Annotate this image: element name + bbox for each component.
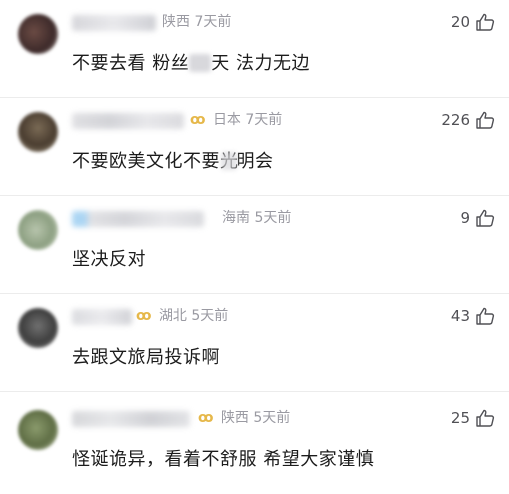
like-button[interactable]: 20 <box>451 13 495 31</box>
comment-meta: 海南 5天前 <box>222 207 291 227</box>
thumbs-up-icon[interactable] <box>475 209 495 227</box>
comment-item[interactable]: 陕西 7天前 不要去看 粉丝天 法力无边 20 <box>0 0 509 98</box>
avatar[interactable] <box>18 308 58 348</box>
region-label: 陕西 <box>220 410 249 426</box>
comment-item[interactable]: 海南 5天前 坚决反对 9 <box>0 196 509 294</box>
like-button[interactable]: 25 <box>451 409 495 427</box>
region-label: 海南 <box>222 210 250 226</box>
time-label: 7天前 <box>194 14 232 30</box>
thumbs-up-icon[interactable] <box>475 307 495 325</box>
username-blurred[interactable] <box>72 211 204 227</box>
comment-text: 怪诞诡异，看着不舒服 希望大家谨慎 <box>72 449 375 470</box>
time-label: 5天前 <box>253 410 291 426</box>
like-button[interactable]: 43 <box>451 307 495 325</box>
like-count: 20 <box>450 13 470 31</box>
infinity-badge-icon: ꝏ <box>136 308 152 324</box>
like-button[interactable]: 226 <box>441 111 495 129</box>
redacted-segment <box>189 54 212 72</box>
comment-meta: ꝏ 陕西 5天前 <box>198 407 290 427</box>
redacted-segment <box>220 152 237 170</box>
comment-meta: 陕西 7天前 <box>162 11 231 31</box>
comment-text: 不要去看 粉丝天 法力无边 <box>72 53 310 74</box>
time-label: 5天前 <box>191 308 229 324</box>
infinity-badge-icon: ꝏ <box>190 112 206 128</box>
time-label: 5天前 <box>254 210 292 226</box>
like-count: 43 <box>450 307 470 325</box>
comment-item[interactable]: ꝏ 湖北 5天前 去跟文旅局投诉啊 43 <box>0 294 509 392</box>
comment-text: 坚决反对 <box>72 249 146 270</box>
time-label: 7天前 <box>245 112 283 128</box>
like-count: 25 <box>450 409 470 427</box>
comment-text: 不要欧美文化不要光明会 <box>72 151 274 172</box>
username-blurred[interactable] <box>72 309 132 325</box>
region-label: 日本 <box>212 112 241 128</box>
thumbs-up-icon[interactable] <box>475 13 495 31</box>
like-count: 9 <box>460 209 470 227</box>
avatar[interactable] <box>18 210 58 250</box>
like-button[interactable]: 9 <box>460 209 495 227</box>
region-label: 湖北 <box>158 308 187 324</box>
comment-item[interactable]: ꝏ 陕西 5天前 怪诞诡异，看着不舒服 希望大家谨慎 25 <box>0 396 509 494</box>
avatar[interactable] <box>18 14 58 54</box>
username-blurred[interactable] <box>72 113 184 129</box>
username-blurred[interactable] <box>72 411 190 427</box>
username-blurred[interactable] <box>72 15 156 31</box>
infinity-badge-icon: ꝏ <box>198 410 214 426</box>
avatar[interactable] <box>18 112 58 152</box>
comment-meta: ꝏ 日本 7天前 <box>190 109 282 129</box>
like-count: 226 <box>441 111 470 129</box>
comment-meta: ꝏ 湖北 5天前 <box>136 305 228 325</box>
comment-text: 去跟文旅局投诉啊 <box>72 347 220 368</box>
comment-item[interactable]: ꝏ 日本 7天前 不要欧美文化不要光明会 226 <box>0 98 509 196</box>
thumbs-up-icon[interactable] <box>475 111 495 129</box>
thumbs-up-icon[interactable] <box>475 409 495 427</box>
avatar[interactable] <box>18 410 58 450</box>
region-label: 陕西 <box>162 14 190 30</box>
